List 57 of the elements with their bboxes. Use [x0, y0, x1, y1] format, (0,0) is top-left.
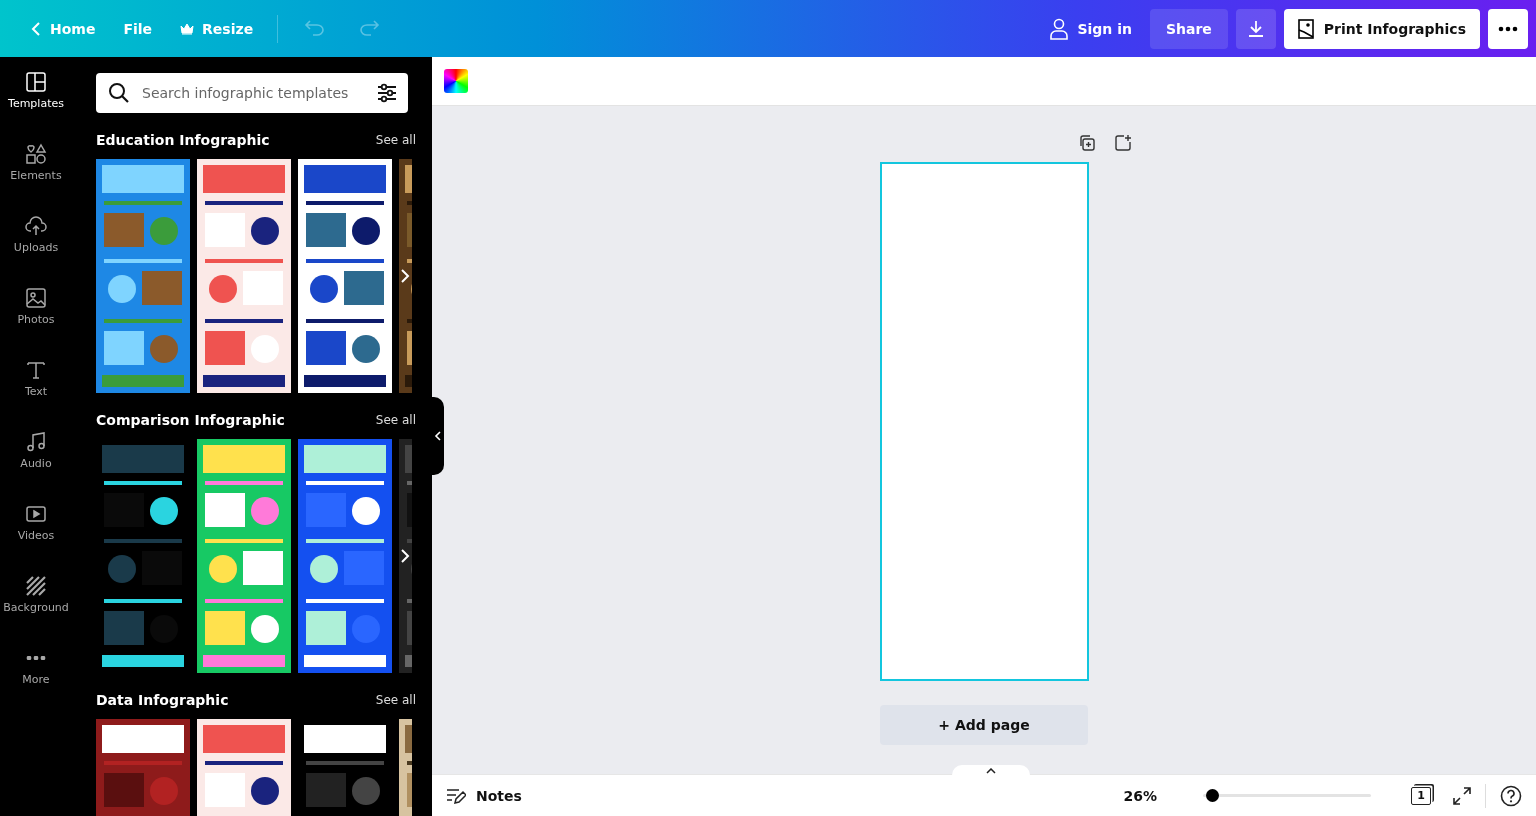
- share-button[interactable]: Share: [1149, 8, 1228, 49]
- chevron-left-icon: [434, 431, 442, 441]
- music-note-icon: [25, 431, 47, 453]
- page-count-button[interactable]: 1: [1411, 786, 1431, 805]
- more-icon: [25, 656, 47, 660]
- rail-tab[interactable]: Background: [0, 575, 72, 647]
- video-icon: [25, 503, 47, 525]
- crown-icon: [180, 22, 195, 35]
- image-icon: [1297, 18, 1314, 39]
- print-button[interactable]: Print Infographics: [1283, 8, 1480, 49]
- help-icon[interactable]: [1500, 784, 1522, 807]
- search-bar[interactable]: Search infographic templates: [96, 73, 408, 113]
- rail-tab[interactable]: Uploads: [0, 215, 72, 287]
- more-options-button[interactable]: [1488, 8, 1528, 49]
- section-title: Comparison Infographic: [96, 412, 285, 428]
- rail-tab[interactable]: Photos: [0, 287, 72, 359]
- chevron-right-icon: [400, 268, 410, 284]
- rail-tab[interactable]: More: [0, 647, 72, 719]
- collapse-panel-button[interactable]: [432, 397, 444, 475]
- see-all-link[interactable]: See all: [375, 693, 416, 707]
- chevron-right-icon: [400, 548, 410, 564]
- download-button[interactable]: [1235, 8, 1276, 49]
- download-icon: [1246, 19, 1265, 38]
- add-page-icon[interactable]: [1114, 134, 1132, 152]
- zoom-slider[interactable]: [1203, 789, 1371, 802]
- rail-tab[interactable]: Text: [0, 359, 72, 431]
- undo-icon: [304, 18, 327, 36]
- stripes-icon: [25, 575, 47, 597]
- section-title: Data Infographic: [96, 692, 229, 708]
- text-icon: [25, 359, 47, 381]
- shapes-icon: [25, 143, 47, 165]
- color-picker-button[interactable]: [444, 69, 468, 93]
- search-icon: [108, 82, 130, 104]
- rail-tab[interactable]: Videos: [0, 503, 72, 575]
- sign-in-button[interactable]: Sign in: [1039, 9, 1142, 48]
- image-icon: [25, 287, 47, 309]
- back-icon: [30, 20, 42, 37]
- cloud-upload-icon: [25, 215, 47, 237]
- fullscreen-icon[interactable]: [1453, 786, 1471, 805]
- rail-tab[interactable]: Templates: [0, 71, 72, 143]
- see-all-link[interactable]: See all: [375, 413, 416, 427]
- more-icon: [1498, 25, 1518, 32]
- layout-icon: [25, 71, 47, 93]
- notes-button[interactable]: Notes: [446, 786, 522, 805]
- user-icon: [1049, 17, 1070, 40]
- see-all-link[interactable]: See all: [375, 133, 416, 147]
- section-title: Education Infographic: [96, 132, 270, 148]
- rail-tab[interactable]: Elements: [0, 143, 72, 215]
- zoom-percentage: 26%: [1123, 787, 1157, 804]
- expand-pages-button[interactable]: [952, 765, 1030, 777]
- notes-icon: [446, 786, 466, 805]
- add-page-button[interactable]: + Add page: [880, 705, 1088, 745]
- filter-icon[interactable]: [376, 82, 398, 104]
- duplicate-page-icon[interactable]: [1078, 134, 1096, 152]
- chevron-up-icon: [986, 768, 996, 774]
- redo-icon: [358, 18, 381, 36]
- rail-tab[interactable]: Audio: [0, 431, 72, 503]
